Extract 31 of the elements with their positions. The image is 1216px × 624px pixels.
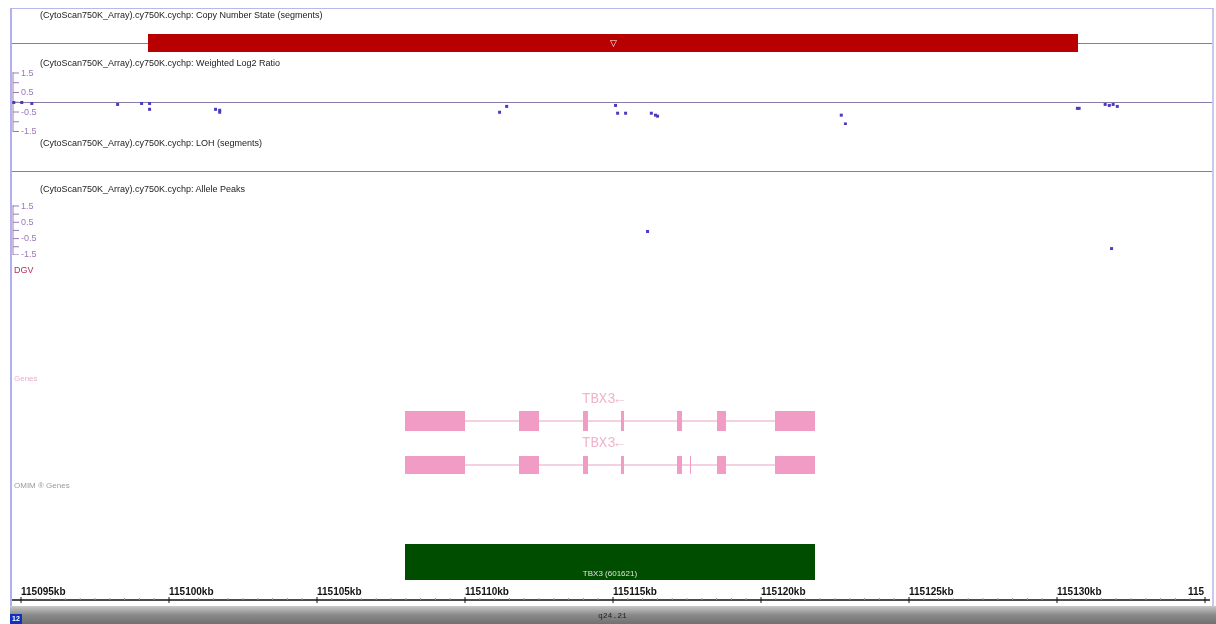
track-label: OMIM ® Genes [14,480,70,491]
ruler-label: 115110kb [465,586,509,597]
ruler-label: 115125kb [909,586,954,597]
track-label: DGV [14,265,34,276]
omim-gene-feature: TBX3 (601621) [405,544,815,580]
gene-label: TBX3← [582,392,624,406]
copy-number-segment: ▽ [148,34,1078,52]
ruler-label: 115130kb [1057,586,1102,597]
band-label: q24.21 [598,611,627,621]
ruler-label: 115120kb [761,586,806,597]
track-label: (CytoScan750K_Array).cy750K.cychp: Weighted Log2 Ratio [40,58,280,69]
y-axis [12,71,20,133]
ruler-label: 115095kb [21,586,66,597]
axis-tick-label: -0.5 [21,233,37,244]
axis-tick-label: -1.5 [21,249,37,260]
gene-label: TBX3← [582,436,624,450]
ruler-label: 115100kb [169,586,214,597]
ruler-label: 115105kb [317,586,362,597]
y-axis [12,204,20,256]
axis-tick-label: -1.5 [21,126,37,137]
track-label: (CytoScan750K_Array).cy750K.cychp: Copy Number State (segments) [40,10,323,21]
ruler-label: 115115kb [613,586,657,597]
axis-tick-label: 0.5 [21,87,34,98]
track-label: Genes [14,373,38,384]
axis-tick-label: 1.5 [21,200,34,211]
axis-tick-label: -0.5 [21,106,37,117]
ruler-label: 115 [1188,586,1205,597]
track-label: (CytoScan750K_Array).cy750K.cychp: Allele Peaks [40,184,246,195]
axis-tick-label: 1.5 [21,67,34,78]
axis-tick-label: 0.5 [21,216,34,227]
track-label: (CytoScan750K_Array).cy750K.cychp: LOH (segments) [40,138,263,149]
